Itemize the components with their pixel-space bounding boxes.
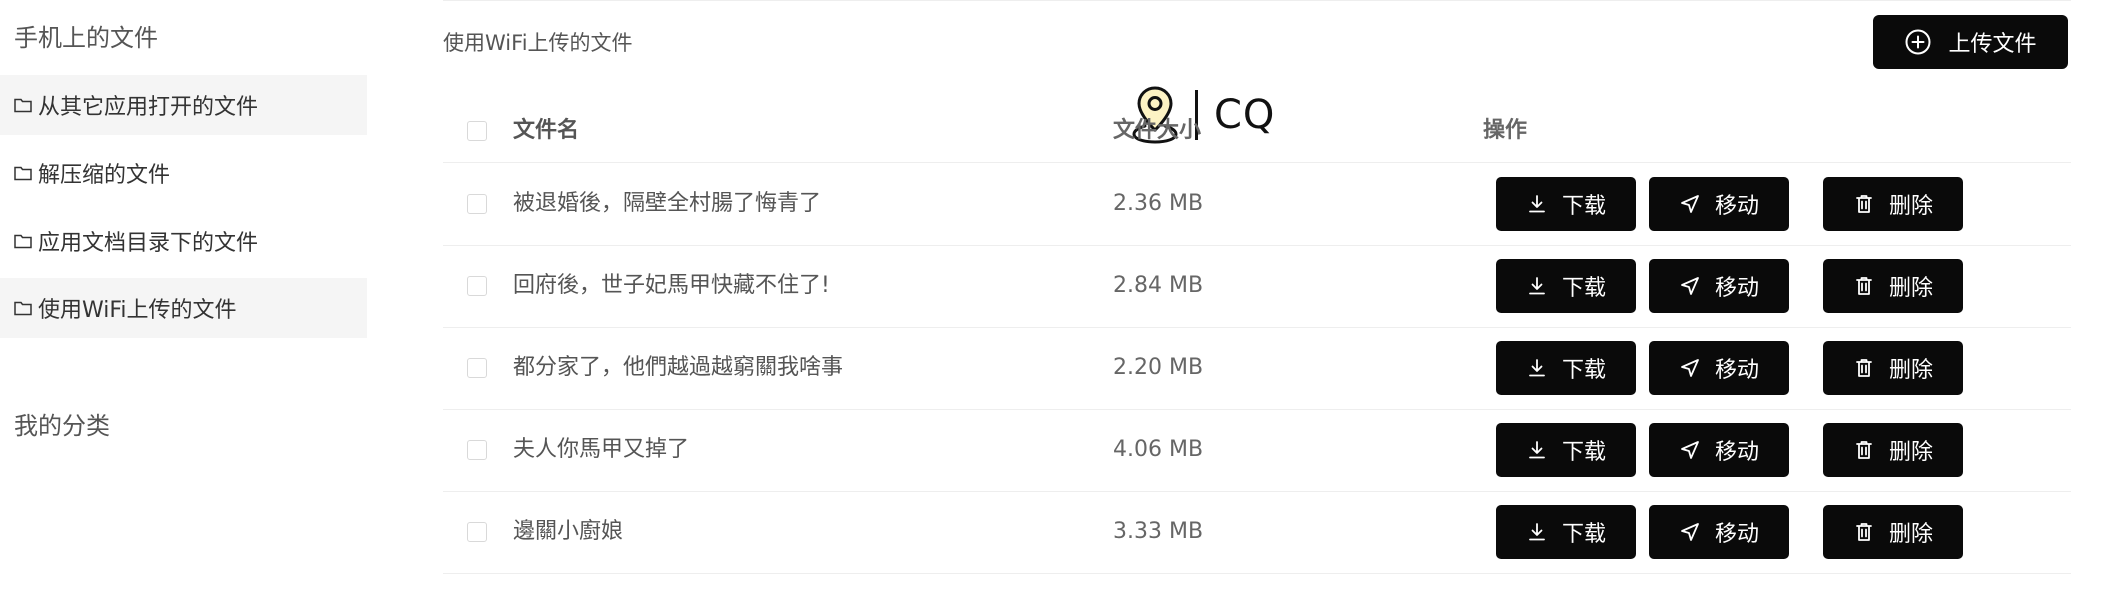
file-size: 2.20 MB [1113,355,1204,380]
file-name: 夫人你馬甲又掉了 [513,437,690,462]
table-row: 被退婚後，隔壁全村腸了悔青了 2.36 MB 下载 移动 删除 [443,163,2071,246]
sidebar-item-label: 从其它应用打开的文件 [38,95,259,120]
table-row: 夫人你馬甲又掉了 4.06 MB 下载 移动 删除 [443,409,2071,492]
download-button-label: 下载 [1561,522,1606,547]
table-row: 回府後，世子妃馬甲快藏不住了! 2.84 MB 下载 移动 删除 [443,245,2071,328]
table-header: 文件名 文件大小 操作 [443,100,2071,163]
download-button-label: 下载 [1561,194,1606,219]
file-size: 2.84 MB [1113,273,1204,298]
download-button-label: 下载 [1561,358,1606,383]
sidebar-item-label: 使用WiFi上传的文件 [38,298,237,323]
sidebar: 手机上的文件 从其它应用打开的文件 解压缩的文件 应用文档目录下的文件 使用Wi… [0,0,367,600]
download-button-label: 下载 [1561,276,1606,301]
download-icon [1529,523,1545,541]
move-button[interactable]: 移动 [1649,423,1789,477]
plus-circle-icon [1905,29,1931,55]
row-checkbox[interactable] [467,522,487,542]
column-header-actions: 操作 [1483,118,1528,143]
file-name: 回府後，世子妃馬甲快藏不住了! [513,273,830,298]
page-title: 使用WiFi上传的文件 [443,31,633,55]
download-button[interactable]: 下载 [1496,177,1636,231]
trash-icon [1856,359,1872,377]
file-size: 2.36 MB [1113,191,1204,216]
move-button[interactable]: 移动 [1649,341,1789,395]
trash-icon [1856,195,1872,213]
file-name: 被退婚後，隔壁全村腸了悔青了 [513,191,822,216]
sidebar-item-label: 解压缩的文件 [38,163,171,188]
folder-icon [14,97,32,113]
sidebar-section-categories-title: 我的分类 [14,412,110,440]
send-icon [1681,441,1699,459]
row-checkbox[interactable] [467,358,487,378]
move-button-label: 移动 [1714,194,1759,219]
row-checkbox[interactable] [467,440,487,460]
move-button-label: 移动 [1714,440,1759,465]
download-icon [1529,441,1545,459]
delete-button[interactable]: 删除 [1823,423,1963,477]
move-button[interactable]: 移动 [1649,259,1789,313]
move-button-label: 移动 [1714,358,1759,383]
select-all-checkbox[interactable] [467,121,487,141]
delete-button[interactable]: 删除 [1823,505,1963,559]
file-name: 都分家了，他們越過越窮關我啥事 [513,355,844,380]
send-icon [1681,277,1699,295]
trash-icon [1856,523,1872,541]
download-button[interactable]: 下载 [1496,423,1636,477]
sidebar-item-wifi-uploads[interactable]: 使用WiFi上传的文件 [0,278,367,338]
sidebar-section-files-title: 手机上的文件 [14,24,158,52]
download-icon [1529,277,1545,295]
move-button-label: 移动 [1714,276,1759,301]
send-icon [1681,359,1699,377]
top-divider [443,0,2071,1]
upload-button-label: 上传文件 [1948,32,2037,57]
download-button[interactable]: 下载 [1496,341,1636,395]
move-button-label: 移动 [1714,522,1759,547]
upload-file-button[interactable]: 上传文件 [1873,15,2068,69]
column-header-size: 文件大小 [1113,118,1202,143]
sidebar-item-unzipped-files[interactable]: 解压缩的文件 [0,143,367,203]
row-checkbox[interactable] [467,276,487,296]
folder-icon [14,165,32,181]
table-row: 都分家了，他們越過越窮關我啥事 2.20 MB 下载 移动 删除 [443,327,2071,410]
delete-button-label: 删除 [1888,522,1933,547]
delete-button-label: 删除 [1888,440,1933,465]
file-size: 4.06 MB [1113,437,1204,462]
move-button[interactable]: 移动 [1649,177,1789,231]
delete-button-label: 删除 [1888,194,1933,219]
send-icon [1681,523,1699,541]
delete-button[interactable]: 删除 [1823,259,1963,313]
folder-icon [14,300,32,316]
send-icon [1681,195,1699,213]
download-button[interactable]: 下载 [1496,259,1636,313]
download-icon [1529,195,1545,213]
file-size: 3.33 MB [1113,519,1204,544]
download-button[interactable]: 下载 [1496,505,1636,559]
download-button-label: 下载 [1561,440,1606,465]
table-row: 邊關小廚娘 3.33 MB 下载 移动 删除 [443,491,2071,574]
file-name: 邊關小廚娘 [513,519,624,544]
trash-icon [1856,441,1872,459]
sidebar-item-opened-from-other-apps[interactable]: 从其它应用打开的文件 [0,75,367,135]
sidebar-item-label: 应用文档目录下的文件 [38,231,259,256]
delete-button[interactable]: 删除 [1823,177,1963,231]
delete-button-label: 删除 [1888,276,1933,301]
row-checkbox[interactable] [467,194,487,214]
sidebar-item-app-documents[interactable]: 应用文档目录下的文件 [0,211,367,271]
column-header-name: 文件名 [513,118,580,143]
delete-button[interactable]: 删除 [1823,341,1963,395]
move-button[interactable]: 移动 [1649,505,1789,559]
delete-button-label: 删除 [1888,358,1933,383]
download-icon [1529,359,1545,377]
trash-icon [1856,277,1872,295]
folder-icon [14,233,32,249]
main-content: 使用WiFi上传的文件 上传文件 CQ 文件名 文件大小 操作 被退婚後，隔壁全… [443,0,2071,600]
